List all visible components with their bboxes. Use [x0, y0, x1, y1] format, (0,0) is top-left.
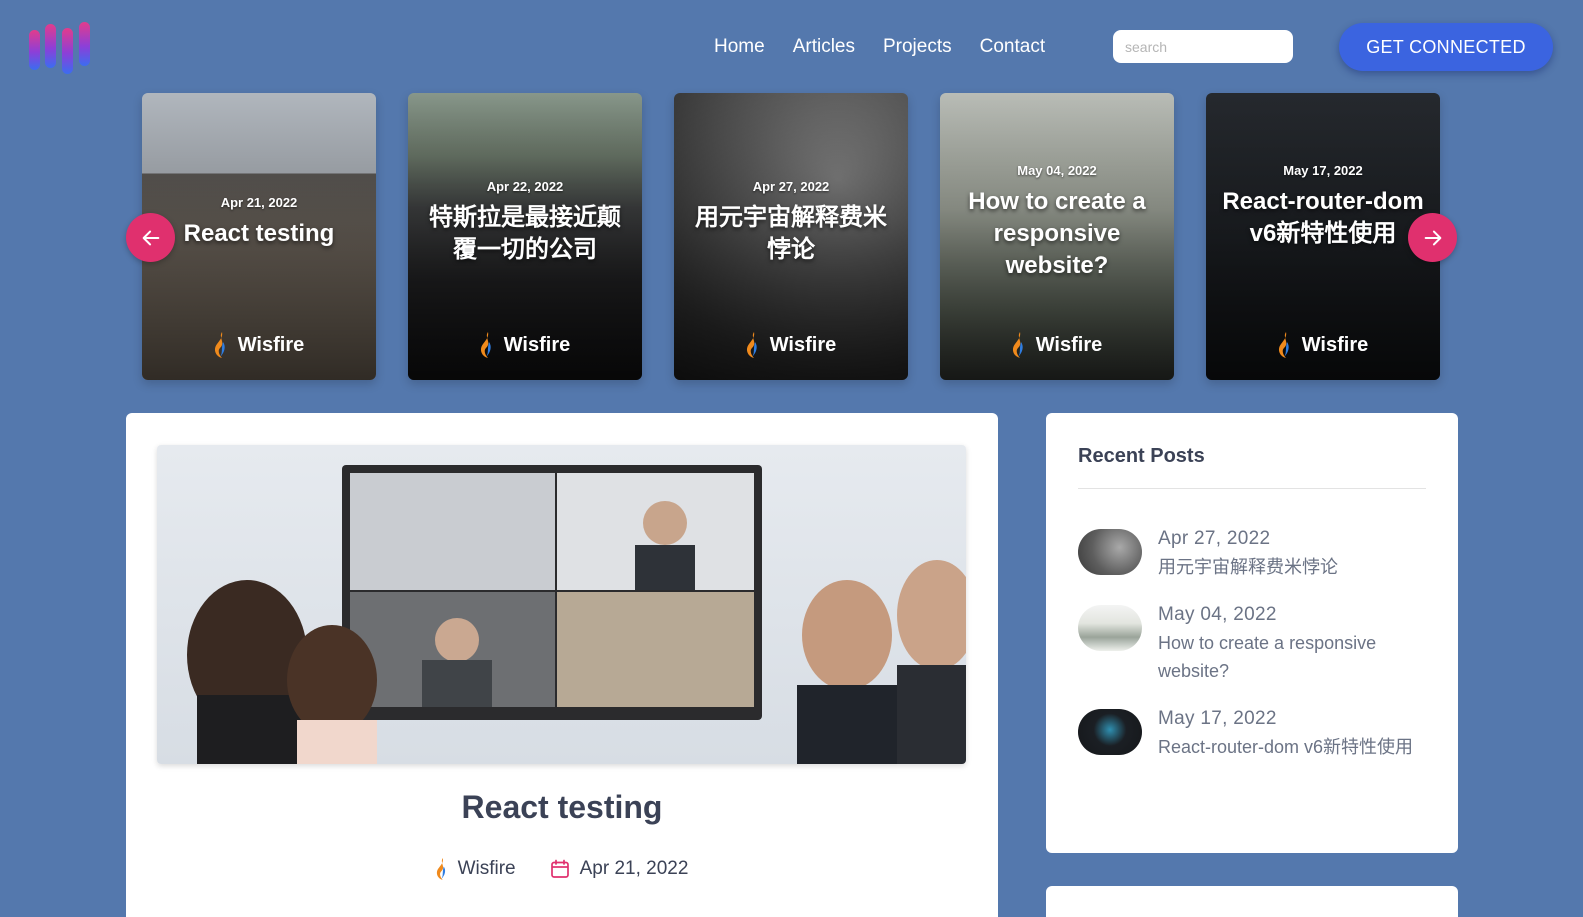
post-meta: Wisfire Apr 21, 2022: [126, 858, 998, 880]
card-title: React testing: [183, 220, 335, 247]
post-author[interactable]: Wisfire: [436, 858, 516, 880]
flame-icon: [436, 858, 445, 880]
post-hero-image[interactable]: [157, 445, 966, 764]
post-title[interactable]: React testing: [126, 789, 998, 826]
arrow-right-icon: [1424, 230, 1441, 245]
flame-icon: [746, 332, 757, 358]
nav-home[interactable]: Home: [714, 34, 765, 60]
site-logo[interactable]: [29, 22, 91, 74]
calendar-icon: [550, 859, 569, 878]
card-date: Apr 22, 2022: [486, 179, 564, 194]
nav-articles[interactable]: Articles: [793, 34, 855, 60]
carousel-next-button[interactable]: [1408, 213, 1457, 262]
card-title: 特斯拉是最接近颠覆一切的公司: [429, 204, 621, 263]
card-title: React-router-dom v6新特性使用: [1222, 188, 1424, 247]
card-date: May 17, 2022: [1283, 163, 1363, 178]
arrow-left-icon: [142, 230, 159, 245]
card-author: Wisfire: [1206, 332, 1440, 358]
recent-post-date: Apr 27, 2022: [1158, 528, 1271, 549]
search-input[interactable]: [1113, 30, 1293, 63]
carousel-card[interactable]: May 17, 2022 React-router-dom v6新特性使用 Wi…: [1206, 93, 1440, 380]
flame-icon: [214, 332, 225, 358]
recent-post-title: React-router-dom v6新特性使用: [1158, 737, 1414, 757]
recent-post-title: 用元宇宙解释费米悖论: [1158, 557, 1338, 577]
card-author: Wisfire: [408, 332, 642, 358]
recent-post-date: May 17, 2022: [1158, 708, 1277, 729]
divider: [1078, 488, 1426, 489]
carousel-card[interactable]: Apr 27, 2022 用元宇宙解释费米悖论 Wisfire: [674, 93, 908, 380]
recent-posts-widget: Recent Posts Apr 27, 2022 用元宇宙解释费米悖论 May…: [1046, 413, 1458, 853]
recent-post-title: How to create a responsive website?: [1158, 633, 1377, 681]
card-title: 用元宇宙解释费米悖论: [695, 204, 887, 263]
card-author: Wisfire: [674, 332, 908, 358]
recent-post-item[interactable]: May 04, 2022 How to create a responsive …: [1078, 601, 1426, 685]
card-author: Wisfire: [940, 332, 1174, 358]
video-conference-illustration: [187, 465, 966, 764]
recent-post-date: May 04, 2022: [1158, 604, 1277, 625]
recent-post-thumbnail: [1078, 529, 1142, 575]
get-connected-button[interactable]: GET CONNECTED: [1339, 23, 1553, 71]
post-date: Apr 21, 2022: [550, 858, 688, 880]
card-author: Wisfire: [142, 332, 376, 358]
carousel-card[interactable]: Apr 21, 2022 React testing Wisfire: [142, 93, 376, 380]
recent-post-item[interactable]: May 17, 2022 React-router-dom v6新特性使用: [1078, 705, 1426, 761]
sidebar-widget: [1046, 886, 1458, 917]
carousel-card[interactable]: Apr 22, 2022 特斯拉是最接近颠覆一切的公司 Wisfire: [408, 93, 642, 380]
card-date: May 04, 2022: [1017, 163, 1097, 178]
flame-icon: [1012, 332, 1023, 358]
flame-icon: [480, 332, 491, 358]
carousel-card[interactable]: May 04, 2022 How to create a responsive …: [940, 93, 1174, 380]
recent-post-thumbnail: [1078, 709, 1142, 755]
card-title: How to create a responsive website?: [968, 188, 1146, 279]
carousel-prev-button[interactable]: [126, 213, 175, 262]
recent-post-thumbnail: [1078, 605, 1142, 651]
card-date: Apr 27, 2022: [752, 179, 830, 194]
recent-posts-heading: Recent Posts: [1078, 445, 1205, 467]
featured-post: React testing Wisfire Apr 21, 2022: [126, 413, 998, 917]
card-date: Apr 21, 2022: [220, 195, 298, 210]
recent-post-item[interactable]: Apr 27, 2022 用元宇宙解释费米悖论: [1078, 525, 1426, 581]
flame-icon: [1278, 332, 1289, 358]
main-nav: Home Articles Projects Contact: [714, 34, 1045, 60]
search-box: [1113, 30, 1293, 63]
nav-contact[interactable]: Contact: [980, 34, 1045, 60]
nav-projects[interactable]: Projects: [883, 34, 952, 60]
